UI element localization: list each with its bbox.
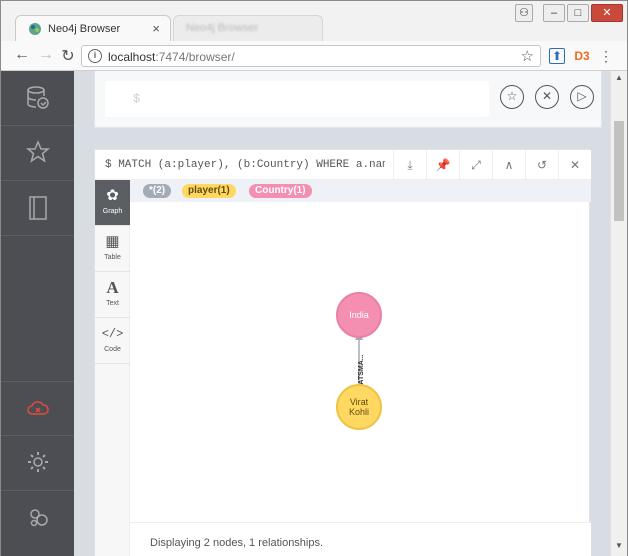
table-icon: ▦: [105, 233, 120, 250]
title-bar: Neo4j Browser × Neo4j Browser ⚇ – □ ✕: [1, 1, 627, 43]
query-text[interactable]: $ MATCH (a:player), (b:Country) WHERE a.…: [105, 159, 385, 171]
graph-canvas[interactable]: BATSMA... India Virat Kohli: [130, 202, 591, 522]
url-text[interactable]: localhost:7474/browser/: [108, 50, 235, 64]
menu-icon[interactable]: ⋮: [597, 47, 615, 65]
tab-close-icon[interactable]: ×: [152, 21, 160, 36]
cloud-error-icon: [27, 401, 49, 415]
back-icon[interactable]: ←: [13, 46, 31, 64]
about-button[interactable]: [1, 491, 74, 546]
text-icon: A: [106, 278, 119, 297]
tab-table[interactable]: ▦ Table: [95, 226, 130, 272]
reload-icon[interactable]: ↻: [59, 46, 77, 66]
favorite-query-button[interactable]: ☆: [500, 85, 524, 109]
user-profile-icon[interactable]: ⚇: [515, 4, 533, 22]
star-icon: [26, 140, 50, 163]
neo4j-logo-icon: [30, 509, 48, 527]
country-node-label: India: [349, 310, 369, 320]
tab-code-label: Code: [104, 346, 121, 353]
result-status-bar: Displaying 2 nodes, 1 relationships.: [130, 522, 591, 556]
gear-icon: [28, 452, 48, 472]
player-node-label-line1: Virat: [349, 397, 369, 407]
cypher-editor[interactable]: $: [105, 81, 489, 117]
relationship-edge: BATSMA...: [355, 332, 365, 400]
browser-toolbar: ← → ↻ i localhost:7474/browser/ ☆ ⬆ D3 ⋮: [1, 41, 627, 71]
fullscreen-icon[interactable]: ⤢: [459, 150, 492, 180]
status-text: Displaying 2 nodes, 1 relationships.: [150, 537, 324, 549]
database-icon: [27, 86, 49, 109]
legend-player-pill[interactable]: player(1): [182, 184, 236, 198]
scroll-down-icon[interactable]: ▼: [615, 541, 623, 550]
tab-graph-label: Graph: [102, 208, 123, 215]
extension-person-icon[interactable]: ⬆: [549, 48, 565, 64]
minimize-button[interactable]: –: [543, 4, 565, 22]
pin-icon[interactable]: 📌: [426, 150, 459, 180]
d3-extension-icon[interactable]: D3: [573, 47, 591, 65]
book-icon: [29, 196, 47, 220]
browser-tab-inactive[interactable]: Neo4j Browser: [173, 15, 323, 41]
favorites-button[interactable]: [1, 126, 74, 181]
tab-text-label: Text: [106, 300, 119, 307]
forward-icon[interactable]: →: [37, 46, 55, 64]
run-query-button[interactable]: ▷: [570, 85, 594, 109]
settings-button[interactable]: [1, 436, 74, 491]
editor-frame: $ ☆ ✕ ▷: [94, 71, 602, 128]
result-header: $ MATCH (a:player), (b:Country) WHERE a.…: [95, 150, 591, 180]
browser-tab-active[interactable]: Neo4j Browser ×: [15, 15, 171, 43]
clear-editor-button[interactable]: ✕: [535, 85, 559, 109]
tab-title: Neo4j Browser: [48, 23, 121, 35]
code-icon: </>: [101, 327, 124, 341]
legend-all-pill[interactable]: *(2): [143, 184, 172, 198]
graph-icon: ✿: [106, 187, 119, 204]
country-node[interactable]: India: [336, 292, 382, 338]
main-area: $ ☆ ✕ ▷ $ MATCH (a:player), (b:Country) …: [74, 71, 610, 556]
neo4j-sidebar: [1, 71, 74, 556]
player-node[interactable]: Virat Kohli: [336, 384, 382, 430]
documents-button[interactable]: [1, 181, 74, 236]
result-frame: $ MATCH (a:player), (b:Country) WHERE a.…: [94, 149, 591, 556]
legend-country-pill[interactable]: Country(1): [249, 184, 312, 198]
bookmark-star-icon[interactable]: ☆: [521, 47, 534, 65]
maximize-button[interactable]: □: [567, 4, 589, 22]
close-window-button[interactable]: ✕: [591, 4, 623, 22]
info-icon[interactable]: i: [88, 49, 102, 63]
vertical-scrollbar[interactable]: ▲ ▼: [610, 71, 627, 556]
scrollbar-thumb[interactable]: [614, 121, 624, 221]
player-node-label-line2: Kohli: [348, 407, 369, 417]
collapse-icon[interactable]: ∧: [492, 150, 525, 180]
tab-graph[interactable]: ✿ Graph: [95, 180, 130, 226]
address-bar[interactable]: i localhost:7474/browser/ ☆: [81, 45, 541, 67]
view-switcher: ✿ Graph ▦ Table A Text </> Code: [95, 180, 130, 556]
inactive-tab-title: Neo4j Browser: [186, 22, 259, 34]
download-icon[interactable]: ⤓: [393, 150, 426, 180]
editor-prompt: $: [133, 92, 141, 106]
connection-status-button[interactable]: [1, 381, 74, 436]
scroll-up-icon[interactable]: ▲: [615, 73, 623, 82]
neo4j-favicon-icon: [29, 23, 41, 35]
graph-legend: *(2) player(1) Country(1): [130, 180, 591, 202]
rerun-icon[interactable]: ↺: [525, 150, 558, 180]
browser-window: Neo4j Browser × Neo4j Browser ⚇ – □ ✕ ← …: [0, 0, 628, 556]
tab-text[interactable]: A Text: [95, 272, 130, 318]
tab-table-label: Table: [104, 254, 121, 261]
database-info-button[interactable]: [1, 71, 74, 126]
tab-code[interactable]: </> Code: [95, 318, 130, 364]
close-frame-icon[interactable]: ✕: [558, 150, 591, 180]
